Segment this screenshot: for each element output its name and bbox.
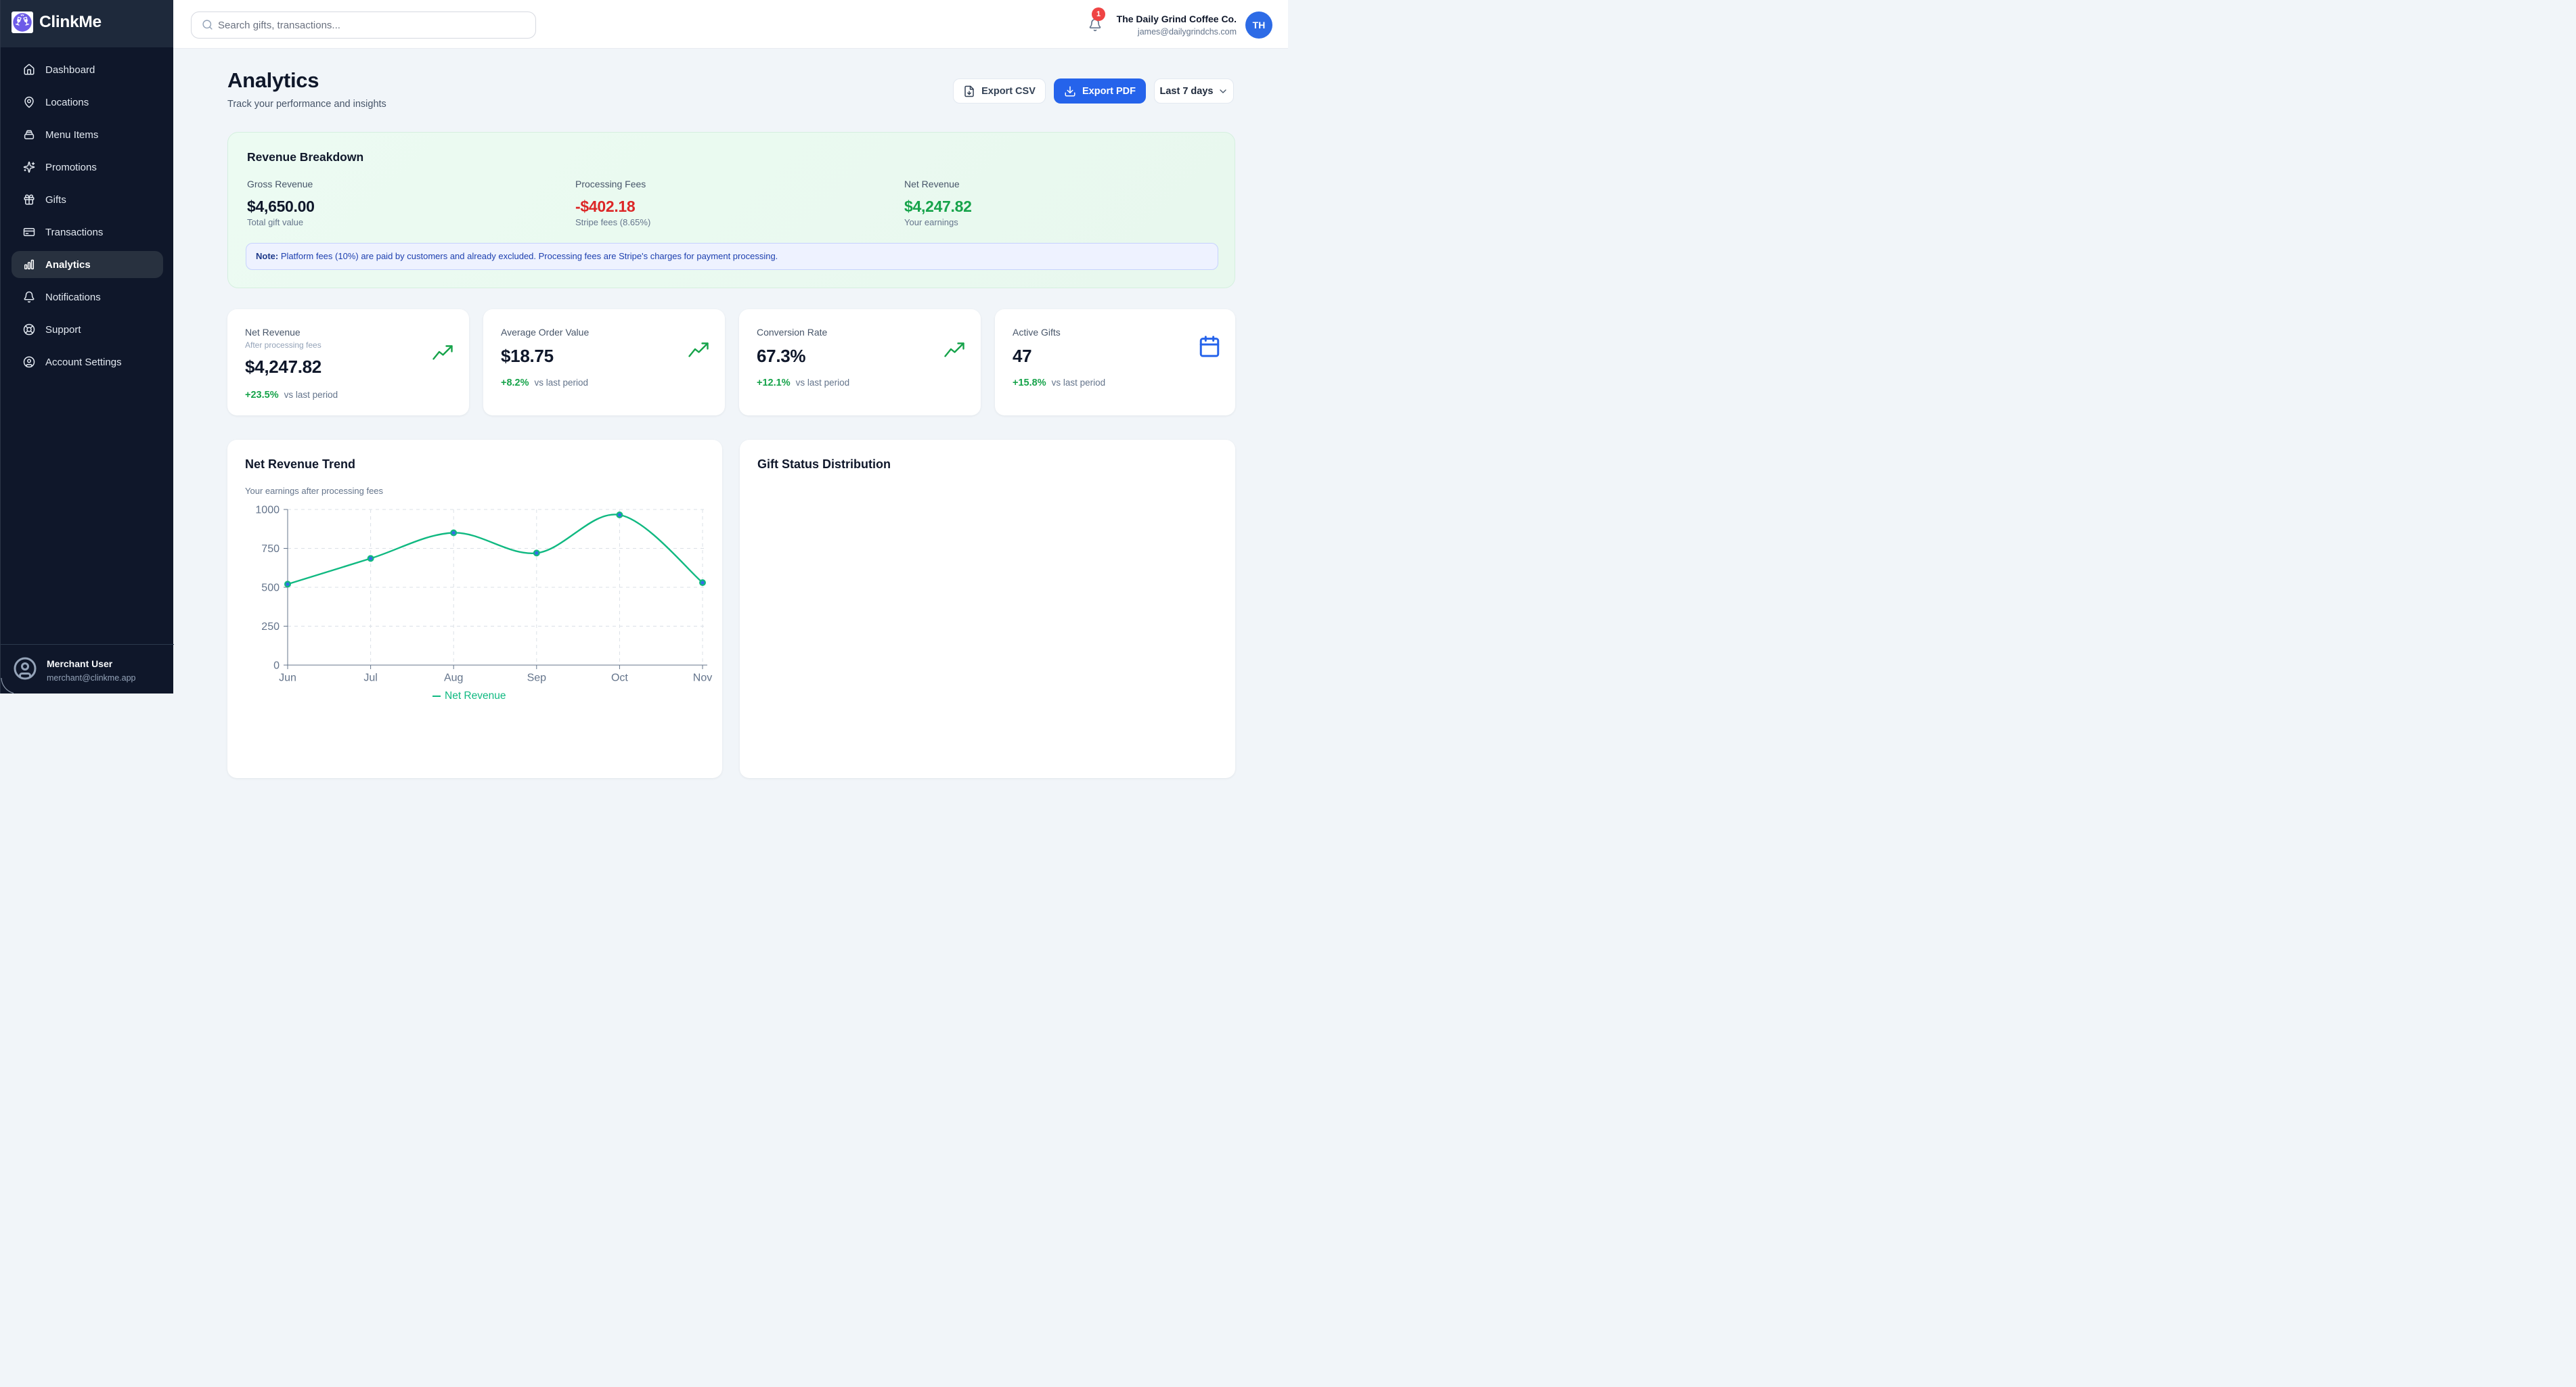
svg-text:Nov: Nov [693,673,712,684]
svg-text:750: 750 [261,543,280,555]
svg-text:0: 0 [273,660,280,672]
svg-text:500: 500 [261,583,280,594]
svg-text:Aug: Aug [444,673,463,684]
svg-text:250: 250 [261,621,280,633]
svg-text:Jun: Jun [279,673,296,684]
svg-text:Jul: Jul [363,673,377,684]
svg-text:Sep: Sep [527,673,547,684]
svg-text:Net Revenue: Net Revenue [445,690,506,702]
svg-text:Oct: Oct [611,673,628,684]
svg-text:1000: 1000 [255,505,280,516]
